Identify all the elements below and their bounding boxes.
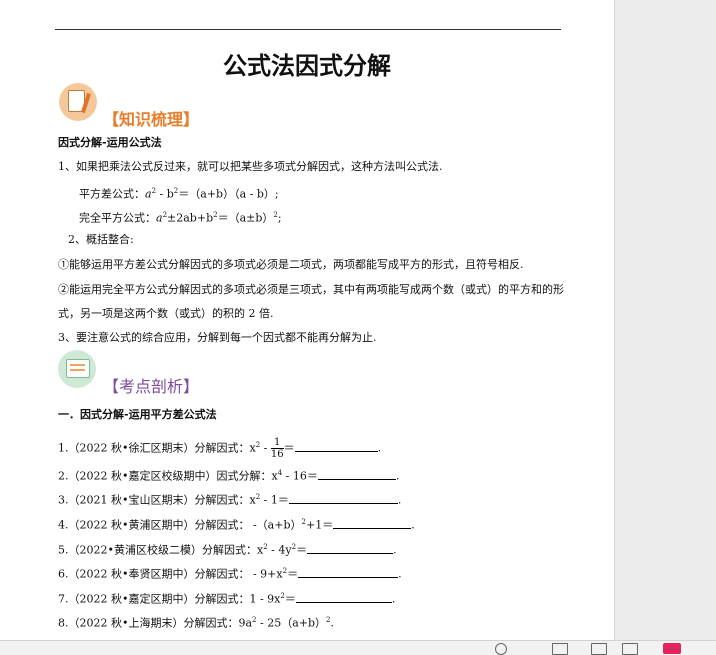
page-title: 公式法因式分解 [223,52,391,80]
page-view-icon[interactable] [552,643,568,655]
viewer-side-panel [615,0,716,640]
answer-blank[interactable] [333,516,412,529]
section-heading-exam-analysis: 【考点剖析】 [103,377,200,396]
paragraph: ②能运用完全平方公式分解因式的多项式必须是三项式，其中有两项能写成两个数（或式）… [58,283,564,296]
app-logo-icon[interactable] [663,643,681,654]
status-bar [0,640,716,655]
formula-perfect-square: 完全平方公式：a2±2ab+b2＝（a±b）2; [79,211,282,225]
fraction: 1 16 [270,437,284,460]
paragraph: 2、概括整合: [68,233,134,246]
answer-blank[interactable] [294,439,378,452]
question-2: 2.（2022 秋•嘉定区校级期中）因式分解：x4 - 16＝. [58,466,399,484]
question-5: 5.（2022•黄浦区校级二模）分解因式：x2 - 4y2＝. [58,540,397,558]
question-1: 1.（2022 秋•徐汇区期末）分解因式：x2 - 1 16 ＝. [58,437,382,460]
section-subheading: 一．因式分解-运用平方差公式法 [58,408,217,421]
answer-blank[interactable] [295,590,392,603]
single-page-icon[interactable] [591,643,607,655]
question-8: 8.（2022 秋•上海期末）分解因式：9a2 - 25（a+b）2. [58,616,334,630]
section-subheading: 因式分解-运用公式法 [58,136,162,149]
question-4: 4.（2022 秋•黄浦区期中）分解因式： -（a+b）2+1＝. [58,515,415,533]
paragraph: 式，另一项是这两个数（或式）的积的 2 倍. [58,307,274,320]
notebook-icon [58,350,96,388]
section-heading-knowledge: 【知识梳理】 [103,110,200,129]
answer-blank[interactable] [298,565,399,578]
document-page: 公式法因式分解 【知识梳理】 因式分解-运用公式法 1、如果把乘法公式反过来，就… [0,0,615,654]
paragraph: 1、如果把乘法公式反过来，就可以把某些多项式分解因式，这种方法叫公式法. [58,160,443,173]
formula-difference-of-squares: 平方差公式：a2 - b2＝（a+b）（a - b）; [79,187,279,201]
header-rule [55,29,561,30]
paragraph: 3、要注意公式的综合应用，分解到每一个因式都不能再分解为止. [58,331,377,344]
double-page-icon[interactable] [622,643,638,655]
question-7: 7.（2022 秋•嘉定区期中）分解因式：1 - 9x2＝. [58,589,395,607]
answer-blank[interactable] [317,467,396,480]
paragraph: ①能够运用平方差公式分解因式的多项式必须是二项式，两项都能写成平方的形式，且符号… [58,258,524,271]
answer-blank[interactable] [307,541,394,554]
clipboard-pencil-icon [59,83,97,121]
zoom-icon[interactable] [495,643,507,655]
question-3: 3.（2021 秋•宝山区期末）分解因式：x2 - 1＝. [58,490,401,508]
question-6: 6.（2022 秋•奉贤区期中）分解因式： - 9+x2＝. [58,564,402,582]
answer-blank[interactable] [288,491,398,504]
